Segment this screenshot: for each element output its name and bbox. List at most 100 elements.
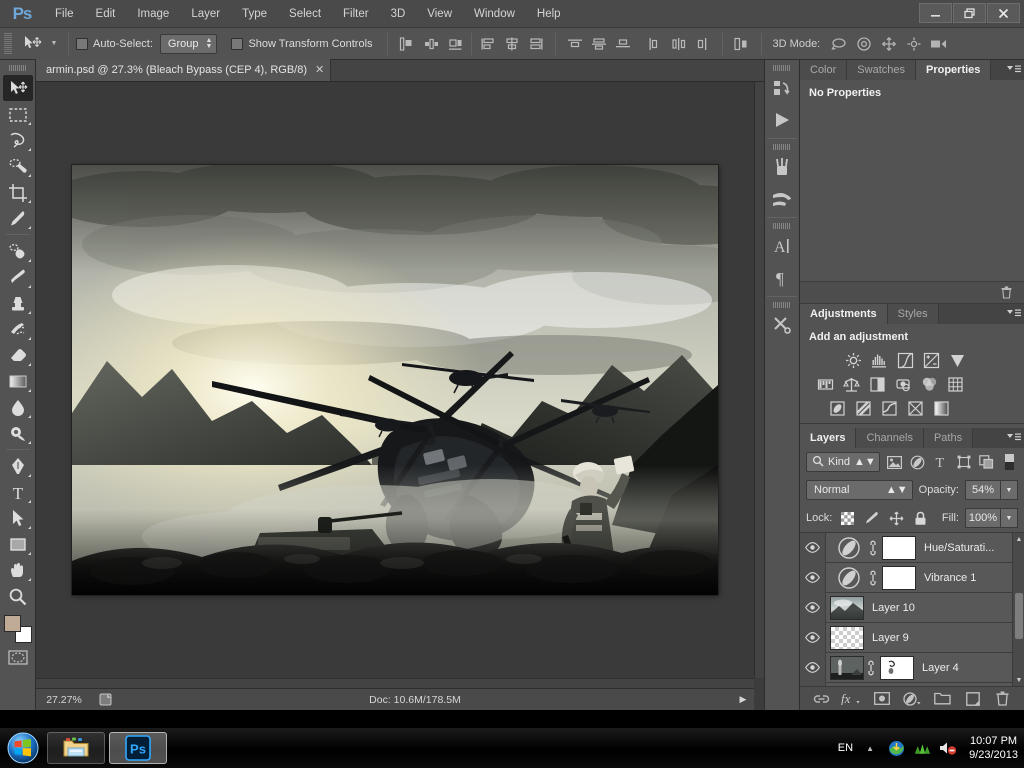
rectangle-tool-icon[interactable] bbox=[3, 531, 33, 557]
layer-mask-link-icon[interactable] bbox=[866, 570, 880, 586]
tab-properties[interactable]: Properties bbox=[916, 60, 992, 80]
close-button[interactable] bbox=[987, 3, 1020, 23]
layer-list[interactable]: Hue/Saturati... Vibrance 1 Layer 10 Layer 9… bbox=[800, 532, 1024, 686]
close-icon[interactable]: ✕ bbox=[315, 64, 324, 76]
actions-panel-icon[interactable] bbox=[767, 105, 797, 135]
channel-mixer-icon[interactable] bbox=[920, 375, 938, 393]
pen-tool-icon[interactable] bbox=[3, 453, 33, 479]
new-group-icon[interactable] bbox=[931, 689, 953, 709]
layer-thumbnail[interactable] bbox=[830, 595, 864, 620]
options-bar-gripper[interactable] bbox=[4, 32, 12, 55]
scroll-up-icon[interactable]: ▲ bbox=[1013, 533, 1024, 545]
filter-smart-object-icon[interactable] bbox=[978, 452, 995, 472]
distribute-bottom-edges-icon[interactable] bbox=[611, 33, 635, 55]
exposure-icon[interactable] bbox=[922, 351, 940, 369]
hue-saturation-icon[interactable] bbox=[816, 375, 834, 393]
align-right-edges-icon[interactable] bbox=[443, 33, 467, 55]
scroll-down-icon[interactable]: ▼ bbox=[1013, 674, 1024, 686]
layer-filter-kind-dropdown[interactable]: Kind ▲▼ bbox=[806, 452, 880, 472]
menu-help[interactable]: Help bbox=[526, 0, 572, 28]
color-balance-icon[interactable] bbox=[842, 375, 860, 393]
zoom-tool-icon[interactable] bbox=[3, 583, 33, 609]
character-panel-icon[interactable]: A bbox=[767, 231, 797, 261]
gradient-map-icon[interactable] bbox=[932, 399, 950, 417]
menu-image[interactable]: Image bbox=[126, 0, 180, 28]
panel-menu-icon[interactable] bbox=[1007, 64, 1021, 76]
canvas-area[interactable] bbox=[36, 82, 754, 678]
start-orb-icon[interactable] bbox=[3, 731, 43, 765]
opacity-value[interactable]: 54% bbox=[965, 480, 1001, 500]
tab-paths[interactable]: Paths bbox=[923, 428, 974, 448]
color-lookup-icon[interactable] bbox=[946, 375, 964, 393]
menu-type[interactable]: Type bbox=[231, 0, 278, 28]
menu-view[interactable]: View bbox=[416, 0, 463, 28]
rectangular-marquee-tool-icon[interactable] bbox=[3, 101, 33, 127]
layer-mask-thumbnail[interactable] bbox=[880, 655, 914, 680]
show-hidden-icons-arrow[interactable]: ▲ bbox=[861, 739, 879, 757]
brush-presets-panel-icon[interactable] bbox=[767, 184, 797, 214]
layer-mask-thumbnail[interactable] bbox=[882, 565, 916, 590]
layer-row[interactable]: Vibrance 1 bbox=[800, 562, 1012, 593]
canvas-vertical-scrollbar[interactable] bbox=[754, 82, 764, 678]
align-bottom-edges-icon[interactable] bbox=[524, 33, 548, 55]
layer-row[interactable]: Layer 10 bbox=[800, 592, 1012, 623]
dock-gripper-1[interactable] bbox=[773, 65, 791, 71]
brush-panel-icon[interactable] bbox=[767, 152, 797, 182]
delete-layer-icon[interactable] bbox=[992, 689, 1014, 709]
taskbar-clock[interactable]: 10:07 PM 9/23/2013 bbox=[969, 734, 1018, 762]
layer-visibility-icon[interactable] bbox=[800, 652, 826, 683]
eyedropper-tool-icon[interactable] bbox=[3, 205, 33, 231]
tab-styles[interactable]: Styles bbox=[887, 304, 939, 324]
dock-gripper-3[interactable] bbox=[773, 223, 791, 229]
menu-filter[interactable]: Filter bbox=[332, 0, 380, 28]
curves-icon[interactable] bbox=[896, 351, 914, 369]
filter-pixel-icon[interactable] bbox=[886, 452, 903, 472]
drag-3d-object-icon[interactable] bbox=[876, 33, 901, 55]
restore-button[interactable] bbox=[953, 3, 986, 23]
align-top-edges-icon[interactable] bbox=[476, 33, 500, 55]
distribute-left-edges-icon[interactable] bbox=[643, 33, 667, 55]
adjustments-panel-menu-icon[interactable] bbox=[1007, 308, 1021, 320]
selective-color-icon[interactable] bbox=[906, 399, 924, 417]
paragraph-panel-icon[interactable]: ¶ bbox=[767, 263, 797, 293]
roll-3d-object-icon[interactable] bbox=[851, 33, 876, 55]
taskbar-windows-explorer-button[interactable] bbox=[47, 732, 105, 764]
layer-visibility-icon[interactable] bbox=[800, 533, 826, 563]
gradient-tool-icon[interactable] bbox=[3, 368, 33, 394]
distribute-top-edges-icon[interactable] bbox=[563, 33, 587, 55]
menu-edit[interactable]: Edit bbox=[85, 0, 127, 28]
auto-select-scope-dropdown[interactable]: Group ▲ ▼ bbox=[159, 33, 218, 54]
document-tab[interactable]: armin.psd @ 27.3% (Bleach Bypass (CEP 4)… bbox=[36, 59, 332, 81]
distribute-vertical-centers-icon[interactable] bbox=[587, 33, 611, 55]
filter-adjustment-icon[interactable] bbox=[909, 452, 926, 472]
vibrance-icon[interactable] bbox=[948, 351, 966, 369]
lock-image-pixels-icon[interactable] bbox=[863, 509, 881, 527]
move-tool-icon[interactable] bbox=[17, 32, 47, 56]
document-thumbnail-icon[interactable] bbox=[92, 693, 118, 706]
crop-tool-icon[interactable] bbox=[3, 179, 33, 205]
invert-icon[interactable] bbox=[828, 399, 846, 417]
menu-select[interactable]: Select bbox=[278, 0, 332, 28]
clone-stamp-tool-icon[interactable] bbox=[3, 290, 33, 316]
quick-selection-tool-icon[interactable] bbox=[3, 153, 33, 179]
levels-icon[interactable] bbox=[870, 351, 888, 369]
layer-mask-link-icon[interactable] bbox=[866, 540, 880, 556]
photo-filter-icon[interactable] bbox=[894, 375, 912, 393]
layers-scrollbar[interactable]: ▲ ▼ bbox=[1012, 533, 1024, 686]
layer-row[interactable]: Hue/Saturati... bbox=[800, 533, 1012, 563]
filter-shape-icon[interactable] bbox=[955, 452, 972, 472]
color-swatches[interactable] bbox=[3, 614, 33, 644]
menu-file[interactable]: File bbox=[44, 0, 85, 28]
dock-gripper-4[interactable] bbox=[773, 302, 791, 308]
download-manager-icon[interactable] bbox=[887, 739, 905, 757]
threshold-icon[interactable] bbox=[880, 399, 898, 417]
volume-muted-icon[interactable] bbox=[939, 739, 957, 757]
lock-all-icon[interactable] bbox=[911, 509, 929, 527]
show-transform-controls-checkbox[interactable] bbox=[231, 37, 244, 50]
menu-3d[interactable]: 3D bbox=[380, 0, 417, 28]
posterize-icon[interactable] bbox=[854, 399, 872, 417]
black-white-icon[interactable] bbox=[868, 375, 886, 393]
tab-swatches[interactable]: Swatches bbox=[847, 60, 916, 80]
new-adjustment-layer-icon[interactable] bbox=[901, 689, 923, 709]
horizontal-type-tool-icon[interactable]: T bbox=[3, 479, 33, 505]
